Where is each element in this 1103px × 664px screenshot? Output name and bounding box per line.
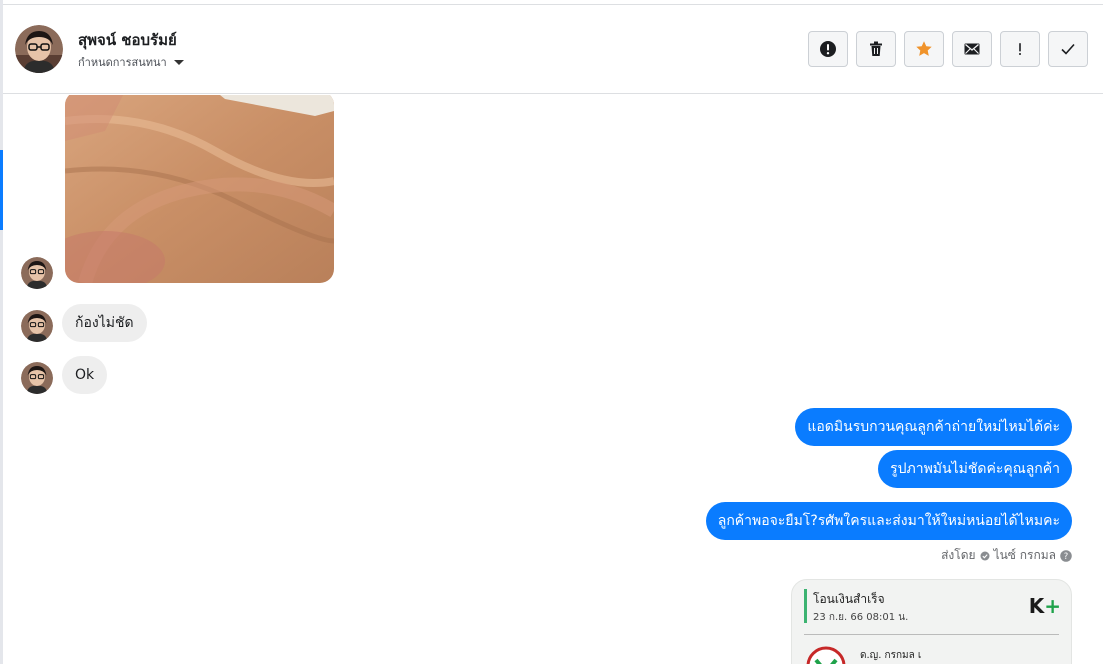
image-attachment[interactable] [65, 95, 334, 283]
kplus-logo-plus: + [1044, 594, 1061, 618]
assign-conversation-label: กำหนดการสนทนา [78, 56, 167, 69]
transfer-slip-image[interactable]: โอนเงินสำเร็จ 23 ก.ย. 66 08:01 น. K+ ด.ญ… [791, 579, 1072, 664]
sent-by-label: ส่งโดย ไนซ์ กรกมล ? [941, 546, 1072, 565]
contact-avatar[interactable] [15, 25, 63, 73]
kplus-logo-k: K [1028, 594, 1045, 618]
star-icon [916, 41, 932, 56]
important-button[interactable] [1000, 31, 1040, 67]
svg-text:?: ? [1064, 551, 1068, 561]
slip-datetime: 23 ก.ย. 66 08:01 น. [813, 612, 909, 623]
bank-logo-icon [806, 646, 846, 664]
outgoing-message[interactable]: รูปภาพมันไม่ชัดค่ะคุณลูกค้า [878, 450, 1072, 488]
outgoing-message[interactable]: แอดมินรบกวนคุณลูกค้าถ่ายใหม่ไหมได้ค่ะ [795, 408, 1072, 446]
trash-icon [870, 41, 882, 56]
assign-conversation-dropdown[interactable]: กำหนดการสนทนา [78, 53, 185, 71]
sender-avatar[interactable] [21, 362, 53, 394]
check-circle-icon [980, 551, 990, 560]
outgoing-message[interactable]: ลูกค้าพอจะยืมโ?รศัพใครและส่งมาให้ใหม่หน่… [705, 502, 1072, 540]
exclamation-icon [1019, 43, 1021, 55]
report-button[interactable] [808, 31, 848, 67]
sent-by-prefix: ส่งโดย [941, 548, 976, 562]
contact-name: สุพจน์ ชอบรัมย์ [78, 31, 177, 49]
envelope-icon [964, 43, 980, 55]
delete-button[interactable] [856, 31, 896, 67]
slip-title: โอนเงินสำเร็จ [813, 592, 885, 606]
message-thread[interactable]: ก้องไม่ชัด Ok แอดมินรบกวนคุณลูกค้าถ่ายให… [3, 95, 1103, 664]
slip-payee-name: ด.ญ. กรกมล เ [860, 650, 922, 661]
checkmark-icon [1061, 43, 1075, 55]
conversation-header: สุพจน์ ชอบรัมย์ กำหนดการสนทนา [3, 4, 1103, 94]
mark-done-button[interactable] [1048, 31, 1088, 67]
caret-down-icon [173, 60, 184, 65]
star-button[interactable] [904, 31, 944, 67]
sent-by-name: ไนซ์ กรกมล [993, 548, 1056, 562]
slip-divider [804, 634, 1059, 635]
sender-avatar[interactable] [21, 310, 53, 342]
kplus-logo: K+ [1029, 594, 1061, 618]
sender-avatar[interactable] [21, 257, 53, 289]
conversation-toolbar [808, 31, 1088, 67]
help-icon[interactable]: ? [1060, 549, 1072, 562]
alert-circle-icon [820, 41, 836, 57]
incoming-message[interactable]: ก้องไม่ชัด [62, 304, 147, 342]
slip-accent-bar [804, 589, 807, 623]
mark-unread-button[interactable] [952, 31, 992, 67]
incoming-message[interactable]: Ok [62, 356, 108, 394]
